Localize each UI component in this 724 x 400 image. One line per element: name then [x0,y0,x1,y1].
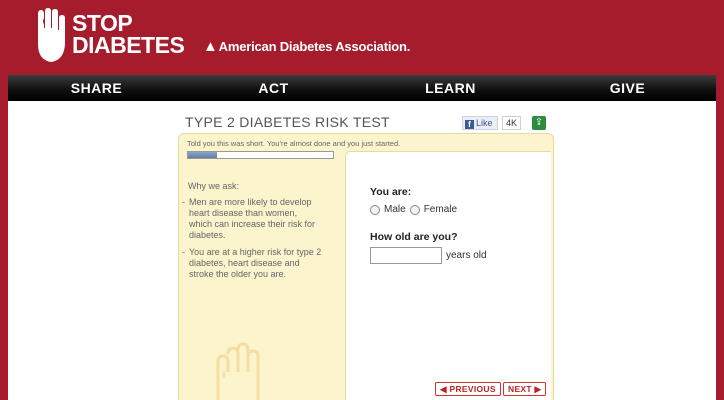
logo-line-1: STOP [72,10,133,36]
share-icon[interactable]: ⇪ [532,116,546,130]
age-question: How old are you? [370,231,458,243]
logo-line-2: DIABETES [72,32,185,58]
previous-button[interactable]: ◀ PREVIOUS [435,382,501,396]
page-title: TYPE 2 DIABETES RISK TEST [185,114,390,130]
next-button[interactable]: NEXT ▶ [503,382,547,396]
hand-watermark-icon [216,342,260,400]
why-we-ask-heading: Why we ask: [188,181,240,191]
ada-triangle-icon: ▲ [203,38,218,55]
age-input[interactable] [370,247,442,264]
age-unit-label: years old [446,250,487,261]
nav-act[interactable]: ACT [185,75,362,101]
stop-diabetes-logo[interactable]: STOP DIABETES [34,8,185,64]
site-header: STOP DIABETES ▲American Diabetes Associa… [0,0,724,76]
hand-icon [38,8,65,62]
facebook-like-button[interactable]: f Like [462,116,498,130]
ada-logo[interactable]: ▲American Diabetes Association. [203,38,410,55]
reason-item: You are at a higher risk for type 2 diab… [182,247,322,280]
nav-learn[interactable]: LEARN [362,75,539,101]
nav-share[interactable]: SHARE [8,75,185,101]
progress-bar [187,151,334,159]
male-radio[interactable] [370,204,380,215]
gender-options: Male Female [370,204,461,215]
fb-like-label: Like [476,118,493,128]
female-label[interactable]: Female [424,204,457,215]
reason-item: Men are more likely to develop heart dis… [182,197,322,241]
progress-message: Told you this was short. You're almost d… [187,139,401,148]
nav-give[interactable]: GIVE [539,75,716,101]
gender-question: You are: [370,186,412,198]
progress-bar-fill [188,152,217,158]
facebook-icon: f [465,120,474,129]
male-label[interactable]: Male [384,204,406,215]
main-nav: SHARE ACT LEARN GIVE [8,75,716,101]
facebook-like-count: 4K [502,116,522,130]
ada-name: American Diabetes Association. [218,39,411,54]
female-radio[interactable] [409,204,420,215]
